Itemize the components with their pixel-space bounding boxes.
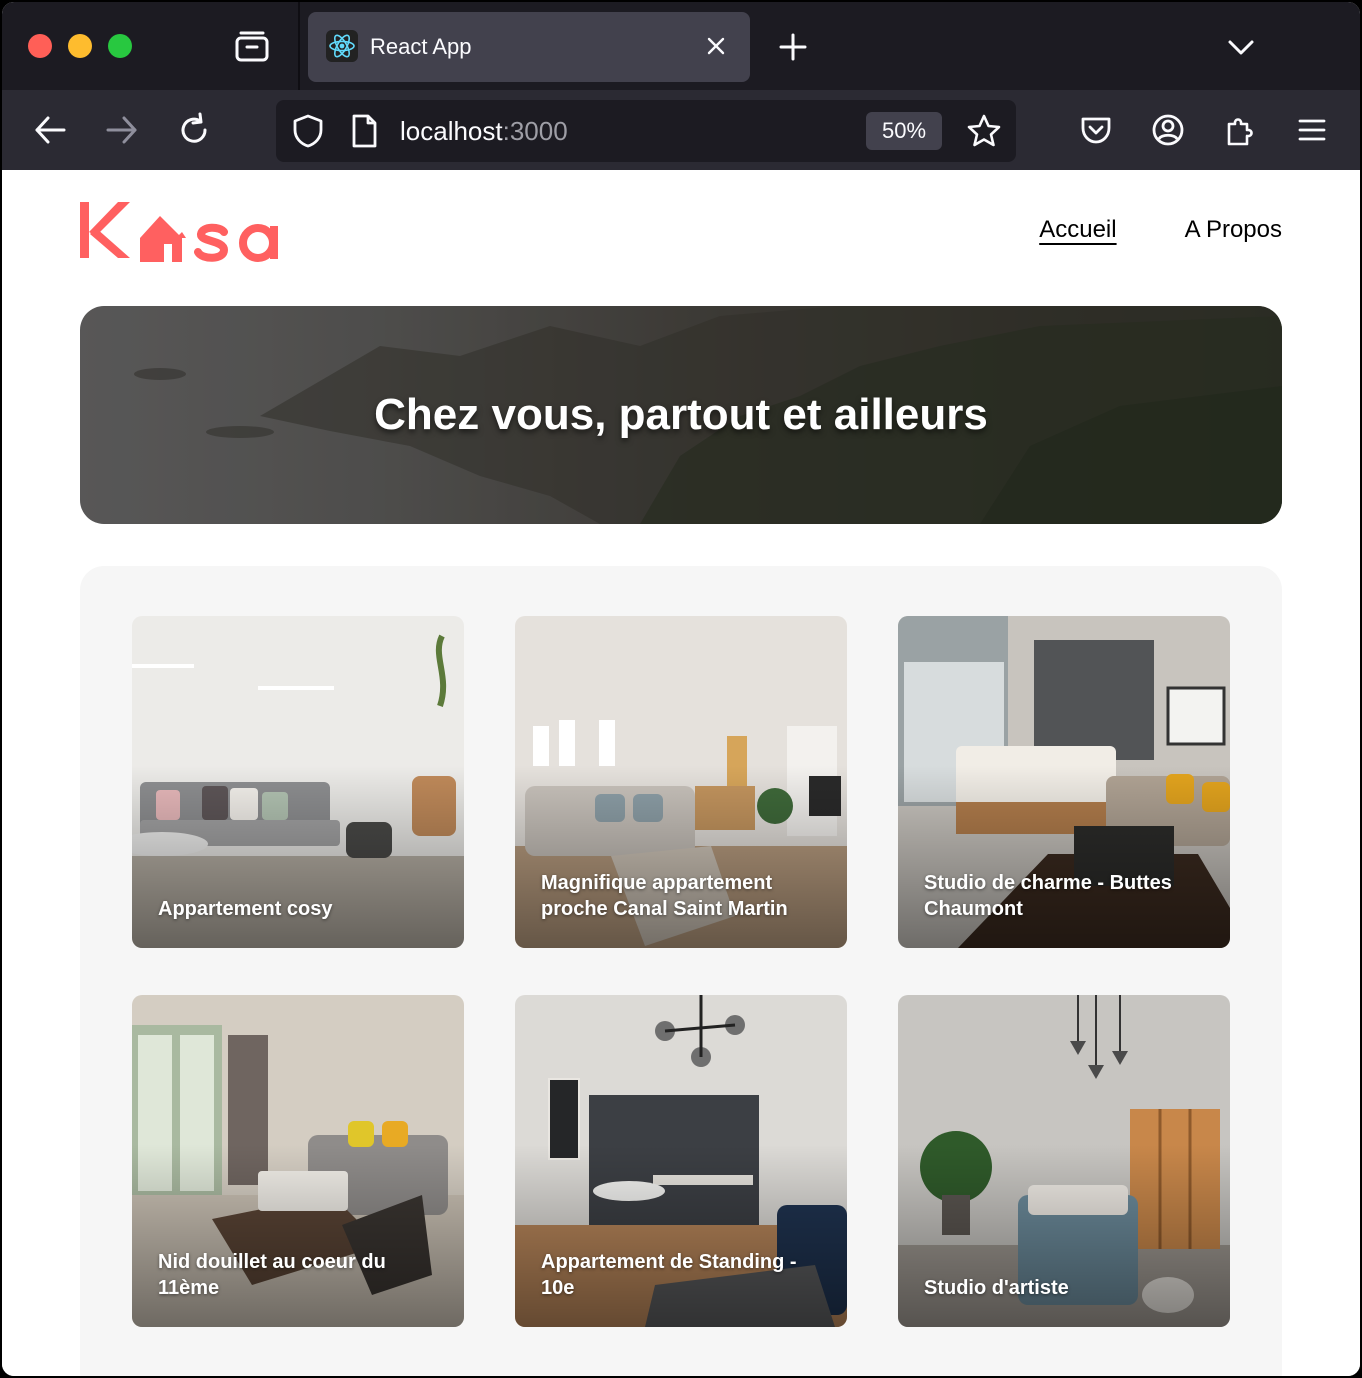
tab-separator	[298, 2, 300, 90]
listing-title: Studio de charme - Buttes Chaumont	[924, 872, 1172, 920]
star-icon[interactable]	[966, 113, 1002, 149]
pocket-icon[interactable]	[1078, 112, 1114, 148]
banner-title: Chez vous, partout et ailleurs	[374, 390, 988, 439]
react-favicon-icon	[326, 30, 358, 62]
forward-arrow-icon[interactable]	[104, 112, 140, 148]
plus-icon[interactable]	[778, 32, 808, 62]
listing-title: Nid douillet au coeur du 11ème	[158, 1251, 386, 1299]
zoom-window-button[interactable]	[108, 34, 132, 58]
nav-link-accueil[interactable]: Accueil	[1039, 216, 1116, 244]
navigation-toolbar: localhost:3000 50%	[2, 90, 1360, 170]
listing-title: Studio d'artiste	[924, 1277, 1069, 1299]
close-icon[interactable]	[704, 34, 728, 58]
listings-gallery: Appartement cosy Magnifique appartement …	[80, 566, 1282, 1376]
tab-title: React App	[370, 34, 472, 59]
extensions-icon[interactable]	[1222, 112, 1258, 148]
kasa-logo[interactable]	[78, 192, 288, 264]
minimize-window-button[interactable]	[68, 34, 92, 58]
tab-overview-icon[interactable]	[234, 30, 270, 64]
browser-window: React App localhost:3000 50% Accueil A P…	[2, 2, 1360, 1376]
back-arrow-icon[interactable]	[32, 112, 68, 148]
listing-card[interactable]: Appartement cosy	[132, 616, 464, 948]
listing-card[interactable]: Nid douillet au coeur du 11ème	[132, 995, 464, 1327]
listing-title: Magnifique appartement proche Canal Sain…	[541, 872, 788, 920]
listing-title: Appartement de Standing - 10e	[541, 1251, 797, 1299]
nav-link-a-propos[interactable]: A Propos	[1185, 216, 1282, 244]
url-text[interactable]: localhost:3000	[400, 116, 568, 147]
page-content: Accueil A Propos Chez vous, partout et a…	[2, 170, 1360, 1376]
listing-title: Appartement cosy	[158, 898, 333, 920]
menu-icon[interactable]	[1294, 112, 1330, 148]
tab-bar: React App	[2, 2, 1360, 90]
active-tab[interactable]: React App	[308, 12, 750, 82]
url-host: localhost	[400, 116, 503, 146]
page-icon	[352, 114, 377, 148]
listing-card[interactable]: Magnifique appartement proche Canal Sain…	[515, 616, 847, 948]
shield-icon[interactable]	[290, 113, 326, 149]
listing-card[interactable]: Studio de charme - Buttes Chaumont	[898, 616, 1230, 948]
account-icon[interactable]	[1150, 112, 1186, 148]
url-port: :3000	[502, 116, 568, 146]
hero-banner: Chez vous, partout et ailleurs	[80, 306, 1282, 524]
chevron-down-icon[interactable]	[1226, 32, 1256, 62]
listing-card[interactable]: Appartement de Standing - 10e	[515, 995, 847, 1327]
listing-card[interactable]: Studio d'artiste	[898, 995, 1230, 1327]
zoom-level-badge[interactable]: 50%	[866, 112, 942, 150]
site-nav: Accueil A Propos	[1039, 216, 1282, 244]
url-bar[interactable]: localhost:3000 50%	[276, 100, 1016, 162]
close-window-button[interactable]	[28, 34, 52, 58]
reload-icon[interactable]	[176, 112, 212, 148]
